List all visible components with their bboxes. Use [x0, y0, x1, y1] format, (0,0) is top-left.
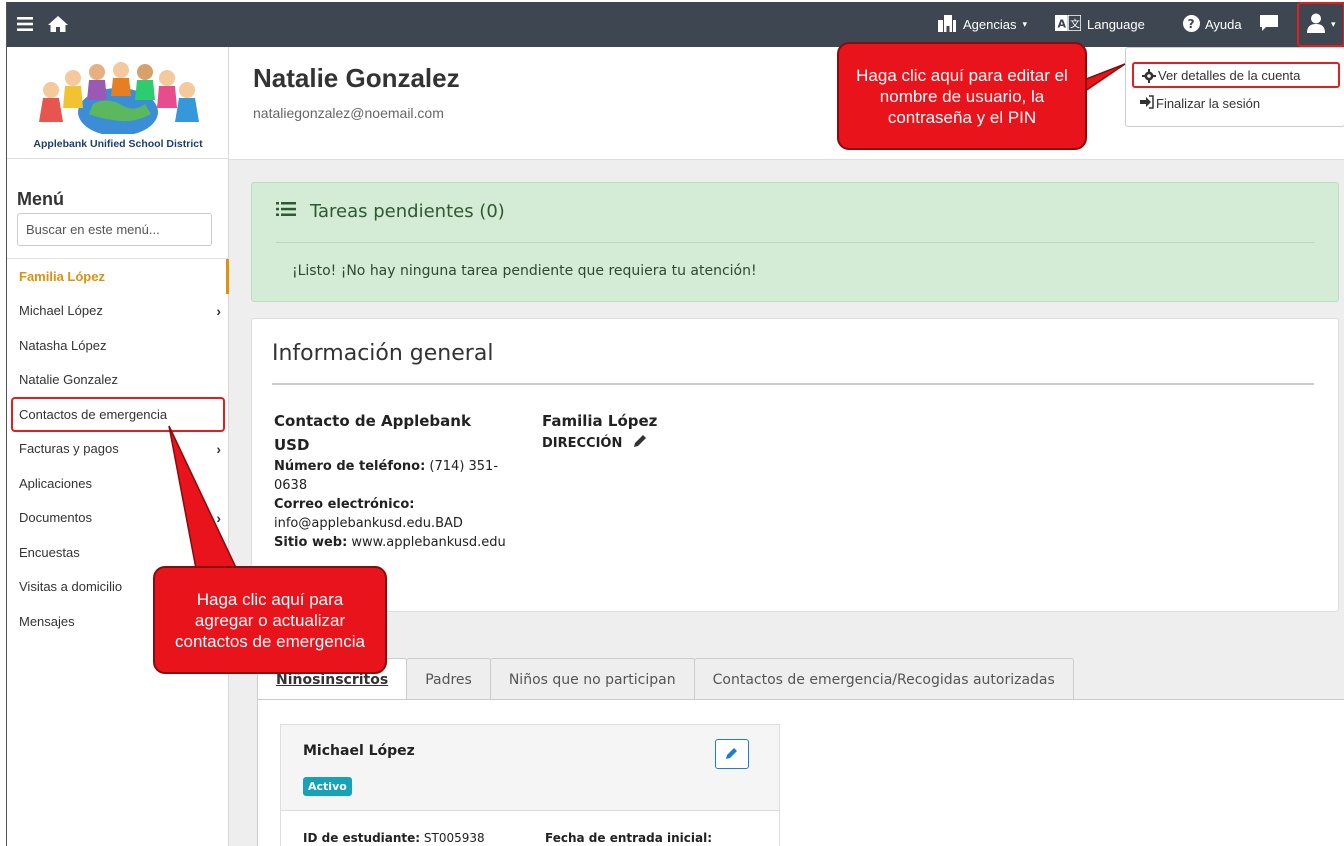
app-frame: Agencias ▾ A文 Language ? Ayuda ▾ Appleba… — [6, 2, 1344, 846]
account-callout: Haga clic aquí para editar el nombre de … — [837, 42, 1087, 150]
emergency-callout-arrow — [168, 425, 241, 575]
emergency-callout: Haga clic aquí para agregar o actualizar… — [153, 566, 387, 674]
emergency-callout-text: Haga clic aquí para agregar o actualizar… — [175, 589, 365, 651]
callout-arrows — [168, 63, 1126, 575]
account-callout-text: Haga clic aquí para editar el nombre de … — [856, 65, 1068, 127]
